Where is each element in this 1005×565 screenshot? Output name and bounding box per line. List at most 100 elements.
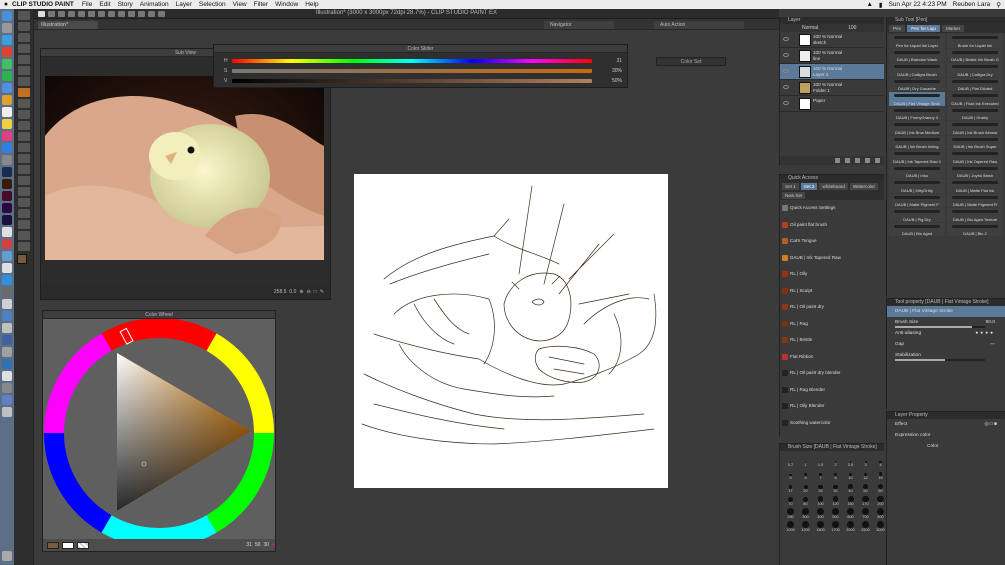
new-folder-icon[interactable] [855,158,860,163]
brush-tool-icon[interactable] [17,110,30,119]
stabilization-slider[interactable] [895,359,985,361]
clipstudio-icon[interactable] [2,227,12,237]
quick-access-item[interactable]: RL | Oil paint dry [780,299,884,316]
hue-slider[interactable] [232,58,592,63]
value-slider[interactable] [232,78,592,83]
operation-tool-icon[interactable] [17,33,30,42]
brush-size-preset[interactable]: 170 [859,494,872,506]
sub-tool-item[interactable]: DAUB | KittyGritty [889,179,945,193]
transform-icon[interactable] [128,10,135,17]
brush-size-preset[interactable]: 150 [844,494,857,506]
app-icon[interactable] [2,359,12,369]
hue-value[interactable]: 31 [602,58,622,64]
sub-tool-item[interactable]: DAUB | Joyful Wash [947,164,1003,178]
launchpad-icon[interactable] [2,23,12,33]
zoom-tool-icon[interactable] [17,11,30,20]
sub-tool-item[interactable]: DAUB | Bio Aged Texture [947,208,1003,222]
tab-pen[interactable]: Pen [889,25,906,32]
sub-tool-item[interactable]: DAUB | Ink Tapered Raw [947,150,1003,164]
app-icon[interactable] [2,299,12,309]
eyedropper-icon[interactable]: ✎ [320,289,324,295]
illustrator-icon[interactable] [2,179,12,189]
visibility-eye-icon[interactable] [783,85,789,89]
tab-watercolor[interactable]: Watercolor [849,183,878,190]
color-mode-icon[interactable]: ● [272,542,275,548]
sub-tool-item[interactable]: DAUB | Ink Brus Medium [889,121,945,135]
sub-tool-item[interactable]: DAUB | Ink Brush Super [947,135,1003,149]
quick-access-item[interactable]: RL | Bristle [780,332,884,349]
brush-size-preset[interactable]: 40 [844,481,857,493]
brush-size-preset[interactable]: 30 [829,481,842,493]
quick-access-item[interactable]: RL | Oily Blender [780,398,884,415]
menu-window[interactable]: Window [275,1,298,8]
color-wheel[interactable] [43,319,275,541]
brush-size-preset[interactable]: 600 [844,507,857,519]
frame-tool-icon[interactable] [17,198,30,207]
menu-edit[interactable]: Edit [99,1,110,8]
hue-number[interactable]: 31 [246,542,252,548]
app-icon[interactable] [2,275,12,285]
app-icon[interactable] [2,311,12,321]
blend-mode-select[interactable]: Normal [802,24,818,32]
sub-tool-item[interactable]: DAUB | Flat Diluted [947,77,1003,91]
user-name[interactable]: Reuben Lara [953,1,991,8]
layer-row[interactable]: 100 % Normal sketch [780,32,884,48]
delete-icon[interactable] [98,10,105,17]
menu-layer[interactable]: Layer [176,1,192,8]
aftereffects-icon[interactable] [2,215,12,225]
brush-size-preset[interactable]: 0.7 [784,455,797,467]
sub-tool-item[interactable]: Pen for Liquid Ink Layer [889,34,945,48]
sub-tool-item[interactable]: DAUB | Matte Flat Ink [947,179,1003,193]
fill-tool-icon[interactable] [17,165,30,174]
finder-icon[interactable] [2,11,12,21]
zoom-in-icon[interactable]: ⊕ [299,289,303,295]
saturation-value[interactable]: 30% [602,68,622,74]
brush-size-preset[interactable]: 6 [799,468,812,480]
brush-size-preset[interactable]: 1700 [829,520,842,532]
menu-view[interactable]: View [233,1,247,8]
app-name-menu[interactable]: CLIP STUDIO PAINT [12,1,74,8]
brush-size-preset[interactable]: 2500 [859,520,872,532]
quick-access-item[interactable]: Oil paint flat brush [780,217,884,234]
clear-icon[interactable] [108,10,115,17]
menu-file[interactable]: File [82,1,92,8]
opacity-value[interactable]: 100 [848,24,856,32]
airbrush-tool-icon[interactable] [17,121,30,130]
saturation-slider[interactable] [232,68,592,73]
sub-view-angle[interactable]: 0.0 [289,289,296,295]
sub-tool-item[interactable]: DAUB | Inko [889,164,945,178]
brush-size-preset[interactable]: 1200 [799,520,812,532]
gap-options[interactable]: ▫▫▫ [990,339,995,350]
brush-size-preset[interactable]: 1500 [814,520,827,532]
sub-tool-item[interactable]: DAUB | Calligra Dry [947,63,1003,77]
sub-tool-item[interactable]: DAUB | FunnyGranny 3 [889,106,945,120]
saturation-number[interactable]: 50 [255,542,261,548]
new-raster-layer-icon[interactable] [835,158,840,163]
photos-icon[interactable] [2,95,12,105]
brush-size-preset[interactable]: 10 [844,468,857,480]
app-icon[interactable] [2,335,12,345]
sub-tool-item[interactable]: DAUB | Pig Dry [889,208,945,222]
sub-tool-item[interactable]: DAUB | Calligra Brush [889,63,945,77]
quick-access-item[interactable]: Flat Ribbon [780,349,884,366]
quick-access-item[interactable]: RL | Rag Blender [780,382,884,399]
brush-size-preset[interactable]: 25 [814,481,827,493]
pencil-tool-icon[interactable] [17,99,30,108]
brush-size-preset[interactable]: 300 [799,507,812,519]
gradient-tool-icon[interactable] [17,176,30,185]
quick-access-item[interactable]: RL | Rag [780,316,884,333]
sub-tool-item[interactable]: DAUB | Ink Brush Inking [889,135,945,149]
brush-size-preset[interactable]: 120 [829,494,842,506]
trash-icon[interactable] [2,551,12,561]
sub-color-swatch[interactable] [62,541,74,549]
main-color-swatch[interactable] [47,541,59,549]
snap-icon[interactable] [138,10,145,17]
text-tool-icon[interactable] [17,220,30,229]
tab-illustration[interactable]: Illustration* [38,21,98,29]
calendar-icon[interactable] [2,107,12,117]
sub-tool-item[interactable]: DAUB | Matte Pigment Fl [947,193,1003,207]
new-vector-layer-icon[interactable] [845,158,850,163]
visibility-eye-icon[interactable] [783,69,789,73]
brush-size-preset[interactable]: 7 [814,468,827,480]
tab-set-1[interactable]: Set 1 [782,183,799,190]
